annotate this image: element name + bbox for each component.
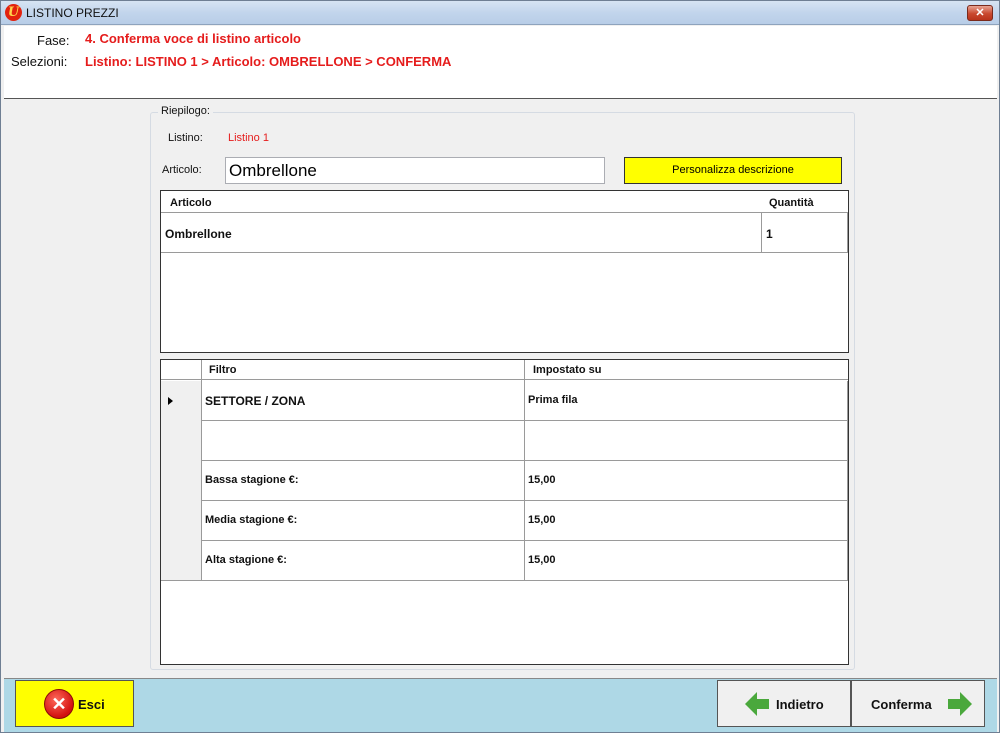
articolo-description-input[interactable]: [225, 157, 605, 184]
valore-cell: 15,00: [528, 514, 556, 526]
article-grid-header-quantita: Quantità: [769, 197, 814, 209]
back-label: Indietro: [776, 697, 824, 712]
back-button[interactable]: Indietro: [717, 680, 851, 727]
exit-label: Esci: [78, 697, 105, 712]
app-logo-icon: U: [5, 4, 22, 21]
quantity-cell: 1: [766, 227, 773, 241]
selezioni-value: Listino: LISTINO 1 > Articolo: OMBRELLON…: [85, 54, 452, 69]
filtro-cell: Media stagione €:: [205, 514, 298, 526]
personalizza-descrizione-button[interactable]: Personalizza descrizione: [624, 157, 842, 184]
row-divider: [161, 580, 848, 581]
row-divider: [161, 252, 848, 253]
filter-grid-header-filtro: Filtro: [209, 364, 237, 376]
fase-label: Fase:: [37, 33, 70, 48]
articolo-label: Articolo:: [162, 164, 202, 176]
main-area: Riepilogo: Listino: Listino 1 Articolo: …: [4, 100, 997, 678]
close-icon: ✕: [975, 7, 985, 19]
listino-label: Listino:: [168, 132, 203, 144]
listino-value: Listino 1: [228, 132, 269, 144]
title-bar: U LISTINO PREZZI ✕: [1, 1, 999, 25]
confirm-button[interactable]: Conferma: [851, 680, 985, 727]
article-cell: Ombrellone: [165, 227, 232, 241]
filter-grid-header-impostato: Impostato su: [533, 364, 602, 376]
filtro-cell: Bassa stagione €:: [205, 474, 299, 486]
arrow-right-icon: [948, 692, 974, 716]
table-row[interactable]: Ombrellone: [161, 213, 761, 252]
confirm-label: Conferma: [871, 697, 932, 712]
article-grid-header-articolo: Articolo: [170, 197, 212, 209]
filtro-cell: Alta stagione €:: [205, 554, 287, 566]
valore-cell: Prima fila: [528, 394, 578, 406]
table-row[interactable]: Media stagione €: 15,00: [202, 501, 848, 540]
quantity-cell-wrap[interactable]: 1: [762, 213, 847, 252]
header-panel: Fase: 4. Conferma voce di listino artico…: [4, 26, 997, 99]
table-row[interactable]: Bassa stagione €: 15,00: [202, 461, 848, 500]
close-window-button[interactable]: ✕: [967, 5, 993, 21]
table-row[interactable]: SETTORE / ZONA Prima fila: [202, 381, 848, 420]
exit-button[interactable]: ✕ Esci: [15, 680, 134, 727]
column-divider: [847, 212, 848, 253]
filter-grid: Filtro Impostato su SETTORE / ZONA Prima…: [160, 359, 849, 665]
main-window: U LISTINO PREZZI ✕ Fase: 4. Conferma voc…: [0, 0, 1000, 733]
table-row[interactable]: [202, 421, 848, 460]
fase-value: 4. Conferma voce di listino articolo: [85, 31, 301, 46]
row-header-column: [161, 381, 201, 581]
bottom-bar: ✕ Esci Indietro Conferma: [4, 678, 997, 732]
valore-cell: 15,00: [528, 554, 556, 566]
table-row[interactable]: Alta stagione €: 15,00: [202, 541, 848, 580]
article-grid: Articolo Quantità Ombrellone 1: [160, 190, 849, 353]
header-divider: [161, 379, 848, 380]
row-pointer-icon: [168, 397, 173, 405]
selezioni-label: Selezioni:: [11, 54, 68, 69]
summary-caption: Riepilogo:: [158, 105, 213, 117]
filtro-cell: SETTORE / ZONA: [205, 394, 306, 408]
arrow-left-icon: [745, 692, 771, 716]
valore-cell: 15,00: [528, 474, 556, 486]
exit-icon: ✕: [44, 689, 74, 719]
window-title: LISTINO PREZZI: [26, 6, 119, 20]
